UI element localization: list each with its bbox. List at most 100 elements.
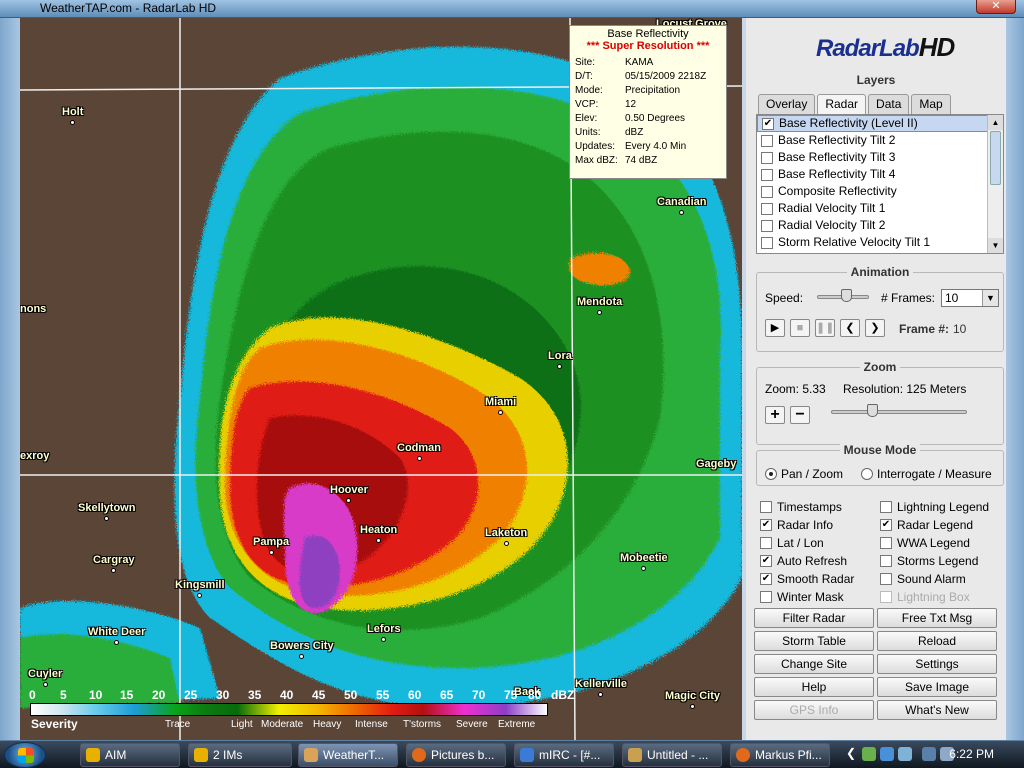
tray-app-icon[interactable] <box>898 747 912 761</box>
checkbox[interactable] <box>761 202 773 215</box>
play-button[interactable]: ▶ <box>765 319 785 337</box>
tray-expand-icon[interactable]: ❮ <box>846 746 860 760</box>
scroll-up-icon[interactable]: ▲ <box>988 115 1003 130</box>
option-lat-lon[interactable]: Lat / Lon <box>760 534 824 551</box>
checkbox[interactable] <box>761 185 773 198</box>
tray-app-icon[interactable] <box>880 747 894 761</box>
tab-data[interactable]: Data <box>868 94 910 114</box>
checkbox[interactable] <box>880 572 892 585</box>
tray-clock[interactable]: 6:22 PM <box>949 747 994 761</box>
radio-selected-icon[interactable] <box>765 468 777 480</box>
help-button[interactable]: Help <box>754 677 874 697</box>
layer-item[interactable]: Radial Velocity Tilt 2 <box>757 217 1003 234</box>
free-txt-msg-button[interactable]: Free Txt Msg <box>877 608 997 628</box>
checkbox[interactable] <box>760 500 772 513</box>
checkbox-checked[interactable]: ✔ <box>760 554 772 567</box>
layer-item[interactable]: Base Reflectivity Tilt 3 <box>757 149 1003 166</box>
reload-button[interactable]: Reload <box>877 631 997 651</box>
settings-button[interactable]: Settings <box>877 654 997 674</box>
legend-tick: 55 <box>376 688 390 702</box>
stop-button[interactable]: ■ <box>790 319 810 337</box>
radar-info-box: Base Reflectivity *** Super Resolution *… <box>569 25 727 179</box>
checkbox[interactable] <box>760 536 772 549</box>
legend-category: Moderate <box>261 719 304 730</box>
checkbox[interactable] <box>761 134 773 147</box>
legend-category: Light <box>231 719 253 730</box>
taskbar-item-aim[interactable]: AIM <box>80 743 180 767</box>
taskbar-item-untitled[interactable]: Untitled - ... <box>622 743 722 767</box>
frames-select[interactable]: 10 ▼ <box>941 289 999 307</box>
filter-radar-button[interactable]: Filter Radar <box>754 608 874 628</box>
city-name: Cargray <box>93 554 135 566</box>
legend-tick: 5 <box>60 688 67 702</box>
option-sound-alarm[interactable]: Sound Alarm <box>880 570 966 587</box>
option-radar-legend[interactable]: ✔ Radar Legend <box>880 516 973 533</box>
layer-list-scrollbar[interactable]: ▲ ▼ <box>987 115 1003 253</box>
checkbox[interactable] <box>880 554 892 567</box>
taskbar-item-weathertap[interactable]: WeatherT... <box>298 743 398 767</box>
checkbox[interactable] <box>880 536 892 549</box>
scroll-thumb[interactable] <box>990 131 1001 185</box>
tab-overlay[interactable]: Overlay <box>758 94 816 114</box>
layer-tabs: Overlay Radar Data Map <box>758 94 951 114</box>
task-label: Untitled - ... <box>647 748 709 762</box>
option-storms-legend[interactable]: Storms Legend <box>880 552 978 569</box>
tray-app-icon[interactable] <box>862 747 876 761</box>
tab-map[interactable]: Map <box>911 94 951 114</box>
zoom-out-button[interactable]: − <box>790 406 810 424</box>
option-smooth-radar[interactable]: ✔ Smooth Radar <box>760 570 854 587</box>
step-back-button[interactable]: ❮ <box>840 319 860 337</box>
checkbox[interactable] <box>760 590 772 603</box>
layer-item[interactable]: Radial Velocity Tilt 1 <box>757 200 1003 217</box>
layer-item[interactable]: Base Reflectivity Tilt 2 <box>757 132 1003 149</box>
network-icon[interactable] <box>922 747 936 761</box>
step-forward-button[interactable]: ❯ <box>865 319 885 337</box>
checkbox[interactable] <box>761 151 773 164</box>
chevron-down-icon[interactable]: ▼ <box>982 290 998 306</box>
pan-zoom-radio[interactable]: Pan / Zoom <box>765 467 843 481</box>
checkbox-checked[interactable]: ✔ <box>880 518 892 531</box>
city-dot <box>376 538 382 543</box>
city-name: Skellytown <box>78 502 136 514</box>
radio-icon[interactable] <box>861 468 873 480</box>
change-site-button[interactable]: Change Site <box>754 654 874 674</box>
layer-item[interactable]: Base Reflectivity Tilt 4 <box>757 166 1003 183</box>
layer-item[interactable]: Composite Reflectivity <box>757 183 1003 200</box>
tab-radar[interactable]: Radar <box>817 94 867 114</box>
layer-item[interactable]: ✔ Base Reflectivity (Level II) <box>757 115 1003 132</box>
taskbar-item-pictures[interactable]: Pictures b... <box>406 743 506 767</box>
checkbox-checked[interactable]: ✔ <box>760 518 772 531</box>
checkbox-checked[interactable]: ✔ <box>762 117 774 130</box>
checkbox[interactable] <box>761 236 773 249</box>
close-window-button[interactable]: ✕ <box>976 0 1016 14</box>
zoom-in-button[interactable]: + <box>765 406 785 424</box>
save-image-button[interactable]: Save Image <box>877 677 997 697</box>
option-auto-refresh[interactable]: ✔ Auto Refresh <box>760 552 847 569</box>
option-lightning-legend[interactable]: Lightning Legend <box>880 498 989 515</box>
option-winter-mask[interactable]: Winter Mask <box>760 588 844 605</box>
taskbar-item-ims[interactable]: 2 IMs <box>188 743 292 767</box>
scroll-down-icon[interactable]: ▼ <box>988 238 1003 253</box>
option-timestamps[interactable]: Timestamps <box>760 498 842 515</box>
radar-layer-list[interactable]: ✔ Base Reflectivity (Level II) Base Refle… <box>756 114 1004 254</box>
legend-color-bar <box>30 703 548 716</box>
taskbar-item-mirc[interactable]: mIRC - [#... <box>514 743 614 767</box>
whats-new-button[interactable]: What's New <box>877 700 997 720</box>
start-button[interactable] <box>4 742 46 768</box>
checkbox[interactable] <box>880 500 892 513</box>
radar-map[interactable]: Holt Canadian Mendota Lora Miami Codman … <box>20 18 742 740</box>
checkbox[interactable] <box>761 168 773 181</box>
legend-categories: Severity Trace Light Moderate Heavy Inte… <box>28 717 558 731</box>
storm-table-button[interactable]: Storm Table <box>754 631 874 651</box>
checkbox-checked[interactable]: ✔ <box>760 572 772 585</box>
layer-item[interactable]: Storm Relative Velocity Tilt 1 <box>757 234 1003 251</box>
speed-slider-thumb[interactable] <box>840 289 852 302</box>
zoom-slider[interactable] <box>831 410 967 414</box>
taskbar-item-markus[interactable]: Markus Pfi... <box>730 743 830 767</box>
option-wwa-legend[interactable]: WWA Legend <box>880 534 970 551</box>
zoom-slider-thumb[interactable] <box>866 404 878 417</box>
pause-button[interactable]: ❚❚ <box>815 319 835 337</box>
checkbox[interactable] <box>761 219 773 232</box>
interrogate-radio[interactable]: Interrogate / Measure <box>861 467 992 481</box>
option-radar-info[interactable]: ✔ Radar Info <box>760 516 833 533</box>
